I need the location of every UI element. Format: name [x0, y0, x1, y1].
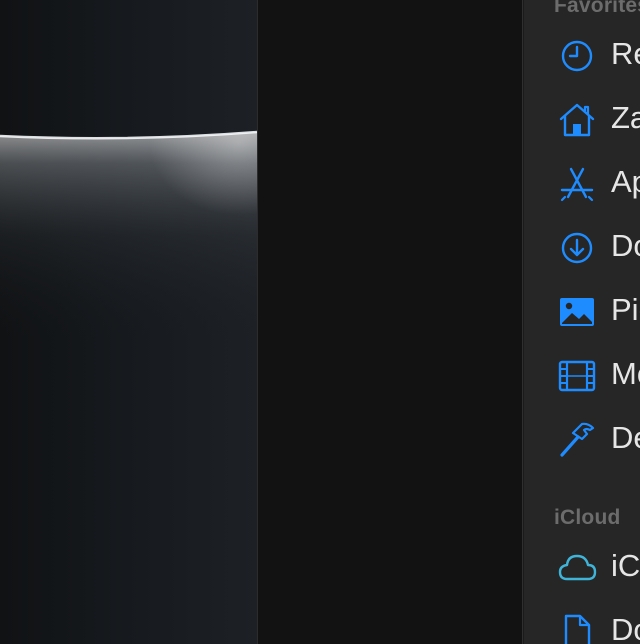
- sidebar-item-label: Pictures: [611, 292, 640, 327]
- sidebar-item-label: Developer: [611, 420, 640, 455]
- sidebar-item-pictures[interactable]: Pictures: [524, 282, 640, 338]
- sidebar-item-movies[interactable]: Movies: [524, 346, 640, 402]
- sidebar-item-label: Movies: [611, 356, 640, 391]
- sidebar-item-developer[interactable]: Developer: [524, 410, 640, 466]
- document-icon: [564, 614, 591, 644]
- sidebar-item-label: iCloud Drive: [611, 548, 640, 583]
- download-icon: [561, 232, 593, 264]
- section-header-icloud: iCloud: [554, 506, 621, 529]
- hammer-icon: [560, 422, 595, 457]
- desktop-wallpaper: [0, 0, 257, 644]
- sidebar-item-applications[interactable]: Applications: [524, 154, 640, 210]
- section-header-favorites: Favorites: [554, 0, 640, 17]
- photo-icon: [560, 298, 594, 326]
- sidebar-item-label: Applications: [611, 164, 640, 199]
- home-icon: [559, 103, 595, 137]
- sidebar-item-home[interactable]: Zadia: [524, 90, 640, 146]
- film-icon: [558, 360, 596, 392]
- sidebar-item-label: Documents: [611, 612, 640, 644]
- clock-icon: [561, 40, 593, 72]
- content-pane: [258, 0, 522, 644]
- finder-sidebar: Favorites Recents Zadia: [524, 0, 640, 644]
- wallpaper-glow: [0, 130, 257, 340]
- applications-icon: [560, 167, 594, 202]
- sidebar-item-label: Zadia: [611, 100, 640, 135]
- cloud-icon: [558, 554, 597, 581]
- sidebar-item-label: Downloads: [611, 228, 640, 263]
- sidebar-item-downloads[interactable]: Downloads: [524, 218, 640, 274]
- sidebar-item-icloud-drive[interactable]: iCloud Drive: [524, 538, 640, 594]
- sidebar-item-recents[interactable]: Recents: [524, 26, 640, 82]
- sidebar-item-label: Recents: [611, 36, 640, 71]
- sidebar-item-documents[interactable]: Documents: [524, 602, 640, 644]
